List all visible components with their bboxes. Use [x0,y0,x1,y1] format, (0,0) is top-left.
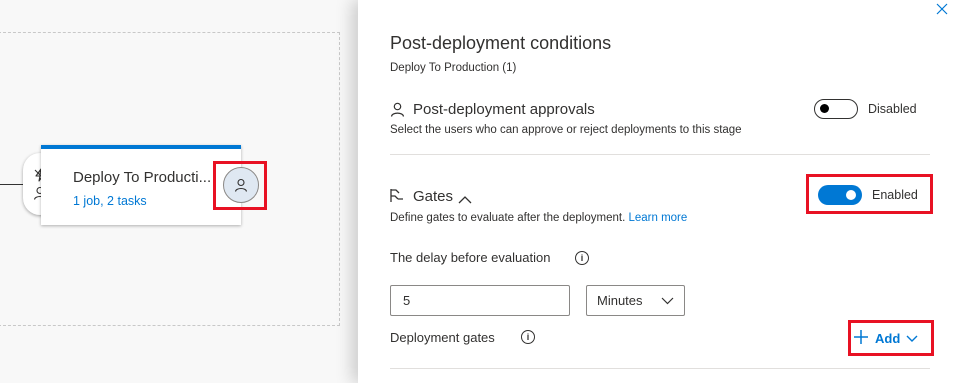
post-deployment-conditions-panel: Post-deployment conditions Deploy To Pro… [358,0,955,383]
approvals-toggle-label: Disabled [868,102,917,116]
section-divider [390,154,930,155]
pipeline-canvas: Deploy To Producti... 1 job, 2 tasks [0,0,358,383]
delay-unit-value: Minutes [597,293,643,308]
section-divider [390,368,930,369]
gates-icon [389,187,405,208]
person-icon [390,102,405,122]
delay-label: The delay before evaluation [390,250,551,265]
stage-name[interactable]: Deploy To Producti... [73,169,211,186]
deployment-gates-label: Deployment gates [390,330,495,345]
delay-unit-select[interactable]: Minutes [586,285,685,316]
gates-title[interactable]: Gates [413,188,453,205]
gates-description: Define gates to evaluate after the deplo… [390,212,687,224]
info-icon[interactable]: i [575,251,589,265]
approvals-title: Post-deployment approvals [413,101,595,118]
chevron-down-icon [661,293,674,308]
stage-summary-link[interactable]: 1 job, 2 tasks [73,194,147,208]
learn-more-link[interactable]: Learn more [628,212,687,224]
approvals-toggle[interactable] [814,99,858,119]
gates-description-text: Define gates to evaluate after the deplo… [390,212,626,224]
highlight-box [806,174,933,214]
panel-subtitle: Deploy To Production (1) [390,62,517,74]
approvals-description: Select the users who can approve or reje… [390,124,742,136]
chevron-up-icon[interactable] [458,192,472,210]
info-icon[interactable]: i [521,330,535,344]
panel-title: Post-deployment conditions [390,33,612,53]
highlight-box [213,161,267,210]
artifact-connector [0,184,24,185]
highlight-box [848,320,934,356]
stage-card[interactable]: Deploy To Producti... 1 job, 2 tasks [41,145,241,225]
close-icon[interactable] [933,0,951,18]
delay-value-input[interactable] [390,285,570,316]
